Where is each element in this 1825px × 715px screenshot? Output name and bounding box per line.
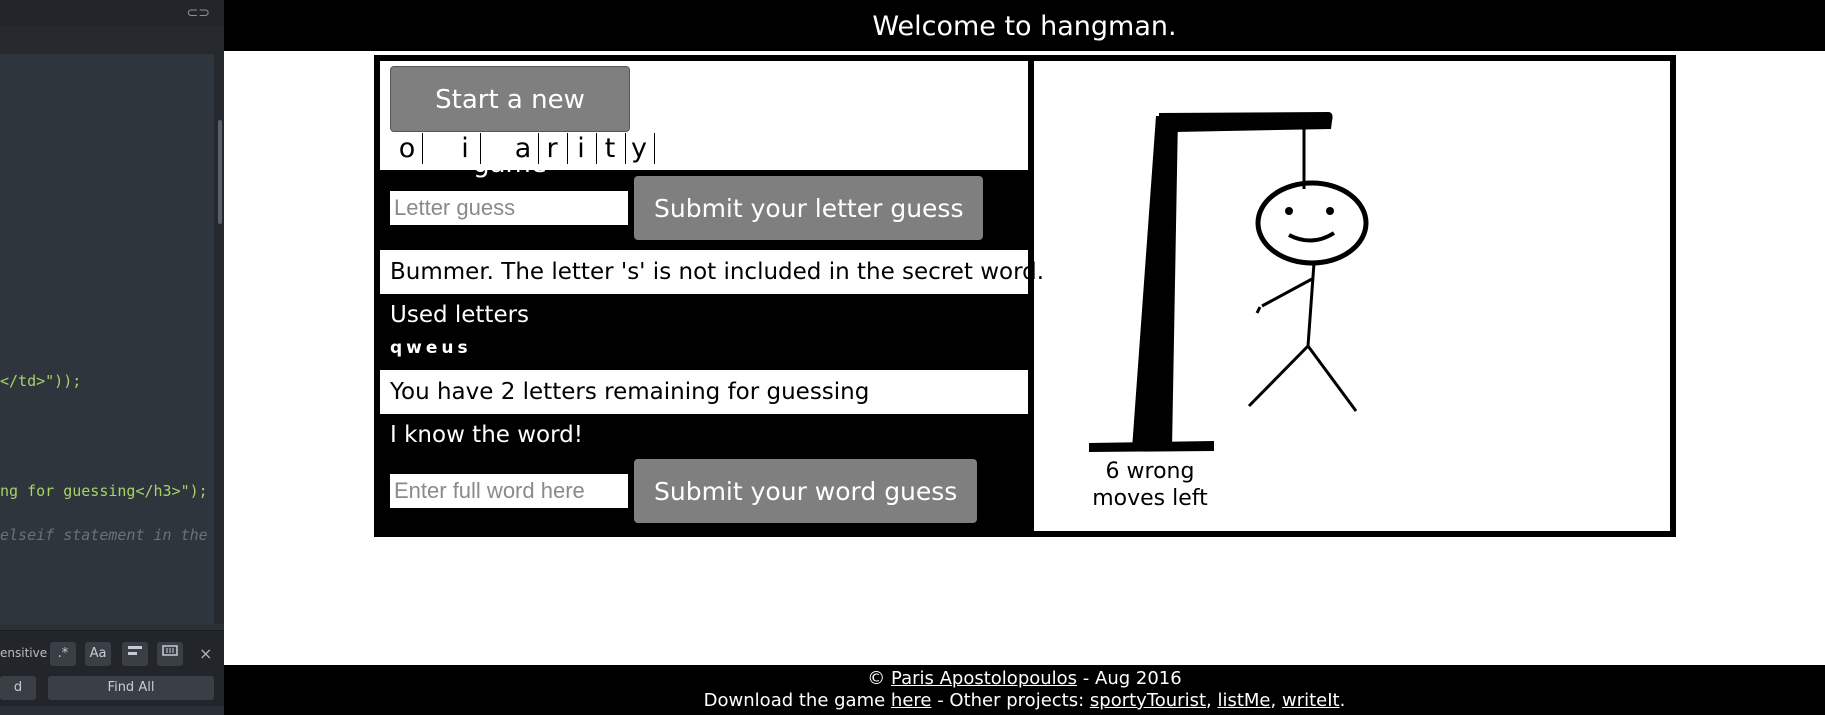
in-selection-toggle[interactable] — [122, 642, 148, 666]
editor-tabbar — [0, 26, 224, 55]
used-letters-heading: Used letters — [390, 302, 530, 328]
in-selection-icon — [128, 646, 142, 655]
word-slot: a — [510, 133, 539, 164]
letter-guess-input[interactable] — [390, 191, 628, 225]
full-word-input[interactable] — [390, 474, 628, 508]
code-line: </td>")); — [0, 372, 82, 390]
separator: , — [1270, 690, 1282, 711]
result-message: Bummer. The letter 's' is not included i… — [390, 259, 1045, 285]
word-slot: y — [626, 133, 655, 164]
separator: , — [1206, 690, 1218, 711]
code-line: ng for guessing</h3>"); — [0, 482, 208, 500]
whole-word-toggle[interactable] — [157, 642, 183, 666]
remaining-letters-message: You have 2 letters remaining for guessin… — [390, 379, 870, 405]
know-word-heading: I know the word! — [390, 422, 583, 448]
start-new-game-button[interactable]: Start a new game — [390, 66, 630, 179]
editor-scrollbar-thumb[interactable] — [218, 120, 222, 224]
other-projects-label: - Other projects: — [931, 690, 1090, 711]
footer-end: . — [1339, 690, 1346, 711]
project-link-listme[interactable]: listMe — [1217, 690, 1270, 711]
moves-left-line: 6 wrong — [1105, 459, 1195, 484]
submit-word-button[interactable]: Submit your word guess — [634, 459, 978, 523]
footer-line-1: © Paris Apostolopoulos - Aug 2016 — [224, 668, 1825, 690]
find-all-button[interactable]: Find All — [48, 676, 214, 700]
moves-left-line: moves left — [1092, 486, 1208, 511]
editor-topbar: ⊂⊃ — [0, 0, 224, 26]
footer-line-2: Download the game here - Other projects:… — [224, 690, 1825, 712]
word-slot: o — [394, 133, 423, 164]
word-slot: i — [568, 133, 597, 164]
code-editor-panel: ⊂⊃ </td>")); ng for guessing</h3>"); els… — [0, 0, 224, 715]
copyright-symbol: © — [867, 668, 886, 689]
whole-word-icon — [162, 645, 178, 656]
case-sensitive-label: ensitive — [0, 646, 48, 660]
submit-letter-button[interactable]: Submit your letter guess — [634, 176, 984, 240]
secret-word-display: oiarity — [394, 133, 655, 165]
project-link-writeit[interactable]: writeIt — [1282, 690, 1340, 711]
author-link[interactable]: Paris Apostolopoulos — [891, 668, 1077, 689]
page-title: Welcome to hangman. — [224, 0, 1825, 51]
find-button[interactable]: d — [0, 676, 36, 700]
footer: © Paris Apostolopoulos - Aug 2016 Downlo… — [224, 665, 1825, 715]
match-case-toggle[interactable]: Aa — [85, 642, 111, 666]
project-link-sportytourist[interactable]: sportyTourist — [1090, 690, 1206, 711]
code-line-comment: elseif statement in the — [0, 526, 208, 544]
find-bar-row — [0, 706, 224, 715]
download-link[interactable]: here — [891, 690, 932, 711]
moves-left-text: 6 wrong moves left — [1082, 458, 1218, 512]
used-letters-list: qweus — [390, 338, 472, 358]
word-slot: r — [539, 133, 568, 164]
download-prefix: Download the game — [703, 690, 891, 711]
footer-date: - Aug 2016 — [1077, 668, 1182, 689]
word-slot: t — [597, 133, 626, 164]
find-bar — [0, 630, 224, 715]
find-close-icon[interactable]: × — [199, 644, 212, 663]
word-slot: i — [452, 133, 481, 164]
regex-toggle[interactable]: .* — [50, 642, 76, 666]
link-icon[interactable]: ⊂⊃ — [187, 5, 210, 21]
